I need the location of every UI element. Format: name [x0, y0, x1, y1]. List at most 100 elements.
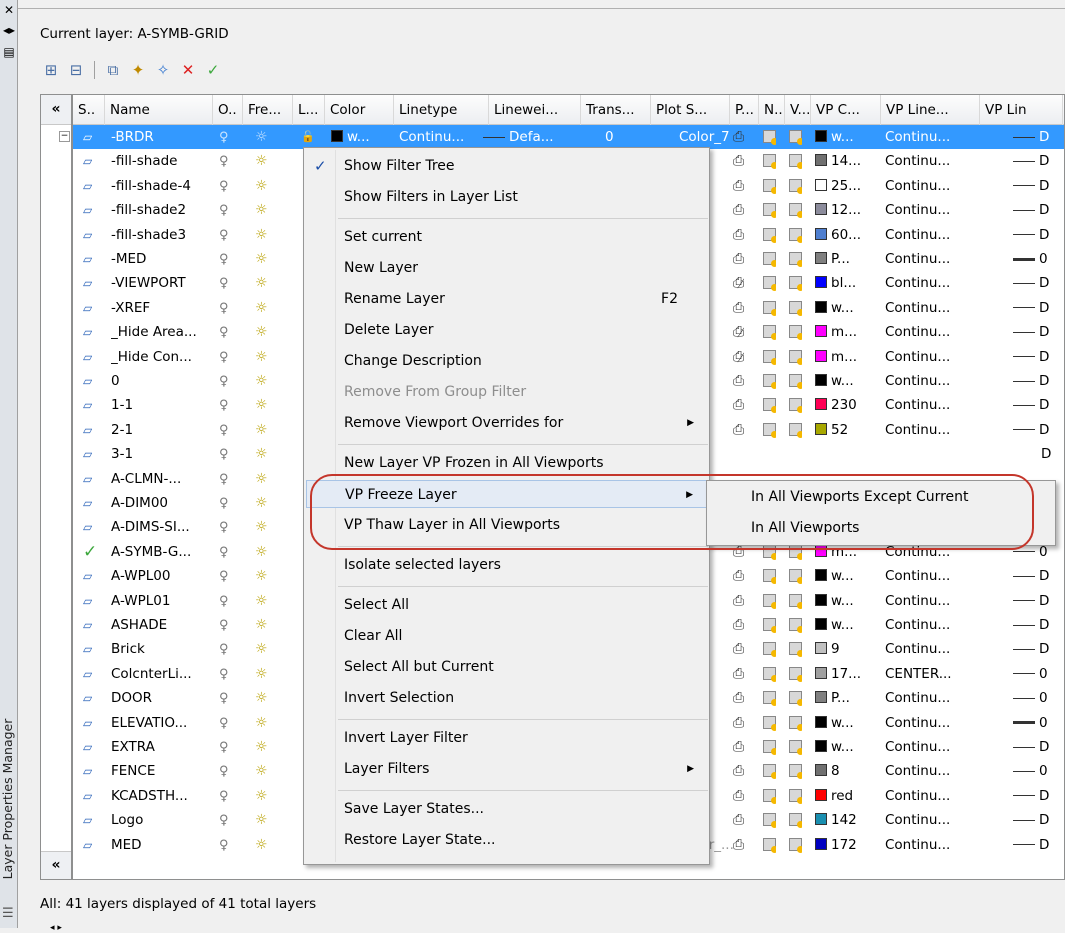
freeze-sun-icon[interactable]: ☼	[255, 369, 268, 393]
vp-color-cell[interactable]: bl...	[815, 271, 856, 295]
freeze-sun-icon[interactable]: ☼	[255, 515, 268, 539]
new-vp-freeze-icon[interactable]	[763, 296, 776, 320]
plot-printer-icon[interactable]: ⎙	[733, 711, 744, 735]
vp-color-cell[interactable]: 9	[815, 637, 840, 661]
vp-lineweight-cell[interactable]: D	[1013, 418, 1049, 442]
menu-item-layer-filters[interactable]: Layer Filters ▶	[306, 755, 708, 783]
vp-linetype-cell[interactable]: Continu...	[885, 613, 950, 637]
vp-linetype-cell[interactable]: Continu...	[885, 589, 950, 613]
plot-printer-icon[interactable]: ⎙	[733, 393, 744, 417]
on-off-bulb-icon[interactable]: ♀	[219, 662, 229, 686]
freeze-sun-icon[interactable]: ☼	[255, 613, 268, 637]
vp-lineweight-cell[interactable]: D	[1013, 271, 1049, 295]
vp-color-cell[interactable]: 12...	[815, 198, 861, 222]
plot-printer-icon[interactable]: ⎙	[733, 662, 744, 686]
vp-freeze-icon[interactable]	[789, 784, 802, 808]
vp-freeze-icon[interactable]	[789, 418, 802, 442]
new-vp-freeze-icon[interactable]	[763, 686, 776, 710]
vp-color-cell[interactable]: w...	[815, 564, 854, 588]
freeze-sun-icon[interactable]: ☼	[255, 198, 268, 222]
freeze-sun-icon[interactable]: ☼	[255, 467, 268, 491]
freeze-sun-icon[interactable]: ☼	[255, 564, 268, 588]
color-cell[interactable]: w...	[331, 125, 370, 149]
vp-linetype-cell[interactable]: Continu...	[885, 637, 950, 661]
menu-item-save-layer-states[interactable]: Save Layer States...	[306, 795, 708, 823]
on-off-bulb-icon[interactable]: ♀	[219, 637, 229, 661]
vp-linetype-cell[interactable]: Continu...	[885, 296, 950, 320]
vp-freeze-icon[interactable]	[789, 759, 802, 783]
menu-item-select-all[interactable]: Select All	[306, 591, 708, 619]
on-off-bulb-icon[interactable]: ♀	[219, 418, 229, 442]
plot-printer-icon[interactable]: ⎙	[733, 564, 744, 588]
no-plot-icon[interactable]: ⎙̸	[733, 271, 744, 295]
on-off-bulb-icon[interactable]: ♀	[219, 345, 229, 369]
transparency-cell[interactable]: 0	[605, 125, 614, 149]
on-off-bulb-icon[interactable]: ♀	[219, 442, 229, 466]
new-vp-freeze-icon[interactable]	[763, 223, 776, 247]
on-off-bulb-icon[interactable]: ♀	[219, 393, 229, 417]
on-off-bulb-icon[interactable]: ♀	[219, 174, 229, 198]
vp-linetype-cell[interactable]: Continu...	[885, 418, 950, 442]
vp-lineweight-cell[interactable]: 0	[1013, 662, 1048, 686]
new-vp-freeze-icon[interactable]	[763, 784, 776, 808]
plot-printer-icon[interactable]: ⎙	[733, 784, 744, 808]
on-off-bulb-icon[interactable]: ♀	[219, 271, 229, 295]
vp-linetype-cell[interactable]: Continu...	[885, 247, 950, 271]
vp-lineweight-cell[interactable]: D	[1013, 393, 1049, 417]
on-off-bulb-icon[interactable]: ♀	[219, 686, 229, 710]
column-header[interactable]: VP Line...	[881, 95, 980, 125]
new-vp-freeze-icon[interactable]	[763, 125, 776, 149]
menu-item-isolate-selected-layers[interactable]: Isolate selected layers	[306, 551, 708, 579]
new-vp-freeze-icon[interactable]	[763, 247, 776, 271]
set-current-icon[interactable]: ✓	[202, 59, 224, 81]
lock-icon[interactable]: 🔓	[301, 125, 315, 149]
on-off-bulb-icon[interactable]: ♀	[219, 759, 229, 783]
vp-color-cell[interactable]: m...	[815, 345, 857, 369]
plot-printer-icon[interactable]: ⎙	[733, 808, 744, 832]
vp-linetype-cell[interactable]: Continu...	[885, 686, 950, 710]
on-off-bulb-icon[interactable]: ♀	[219, 589, 229, 613]
column-header[interactable]: V...	[785, 95, 811, 125]
vp-color-cell[interactable]: 14...	[815, 149, 861, 173]
on-off-bulb-icon[interactable]: ♀	[219, 125, 229, 149]
vp-color-cell[interactable]: w...	[815, 589, 854, 613]
vp-freeze-icon[interactable]	[789, 198, 802, 222]
freeze-sun-icon[interactable]: ☼	[255, 759, 268, 783]
new-layer-icon[interactable]: ✦	[127, 59, 149, 81]
vp-freeze-icon[interactable]	[789, 320, 802, 344]
on-off-bulb-icon[interactable]: ♀	[219, 198, 229, 222]
freeze-sun-icon[interactable]: ☼	[255, 637, 268, 661]
new-vp-freeze-icon[interactable]	[763, 271, 776, 295]
column-header[interactable]: Plot S...	[651, 95, 730, 125]
linetype-cell[interactable]: Continu...	[399, 125, 464, 149]
new-vp-freeze-icon[interactable]	[763, 345, 776, 369]
vp-lineweight-cell[interactable]: D	[1013, 589, 1049, 613]
vp-color-cell[interactable]: P...	[815, 247, 850, 271]
vp-freeze-icon[interactable]	[789, 223, 802, 247]
vp-color-cell[interactable]: 230	[815, 393, 857, 417]
menu-item-invert-selection[interactable]: Invert Selection	[306, 684, 708, 712]
vp-lineweight-cell[interactable]: D	[1013, 833, 1049, 857]
vp-lineweight-cell[interactable]: D	[1013, 174, 1049, 198]
new-vp-freeze-icon[interactable]	[763, 418, 776, 442]
new-vp-freeze-icon[interactable]	[763, 833, 776, 857]
vp-linetype-cell[interactable]: Continu...	[885, 223, 950, 247]
menu-item-rename-layer[interactable]: Rename Layer F2	[306, 285, 708, 313]
on-off-bulb-icon[interactable]: ♀	[219, 369, 229, 393]
menu-item-clear-all[interactable]: Clear All	[306, 622, 708, 650]
column-header[interactable]: O..	[213, 95, 243, 125]
menu-item-vp-thaw-layer-in-all-viewports[interactable]: VP Thaw Layer in All Viewports	[306, 511, 708, 539]
column-header[interactable]: VP C...	[811, 95, 881, 125]
menu-item-change-description[interactable]: Change Description	[306, 347, 708, 375]
vp-color-cell[interactable]: 17...	[815, 662, 861, 686]
plot-printer-icon[interactable]: ⎙	[733, 149, 744, 173]
new-vp-freeze-icon[interactable]	[763, 637, 776, 661]
plot-printer-icon[interactable]: ⎙	[733, 247, 744, 271]
vp-lineweight-cell[interactable]: D	[1013, 808, 1049, 832]
plot-printer-icon[interactable]: ⎙	[733, 735, 744, 759]
vp-color-cell[interactable]: 8	[815, 759, 840, 783]
vp-color-cell[interactable]: 60...	[815, 223, 861, 247]
collapse-tree-icon[interactable]: «	[41, 95, 71, 125]
vp-freeze-icon[interactable]	[789, 393, 802, 417]
vp-freeze-icon[interactable]	[789, 735, 802, 759]
